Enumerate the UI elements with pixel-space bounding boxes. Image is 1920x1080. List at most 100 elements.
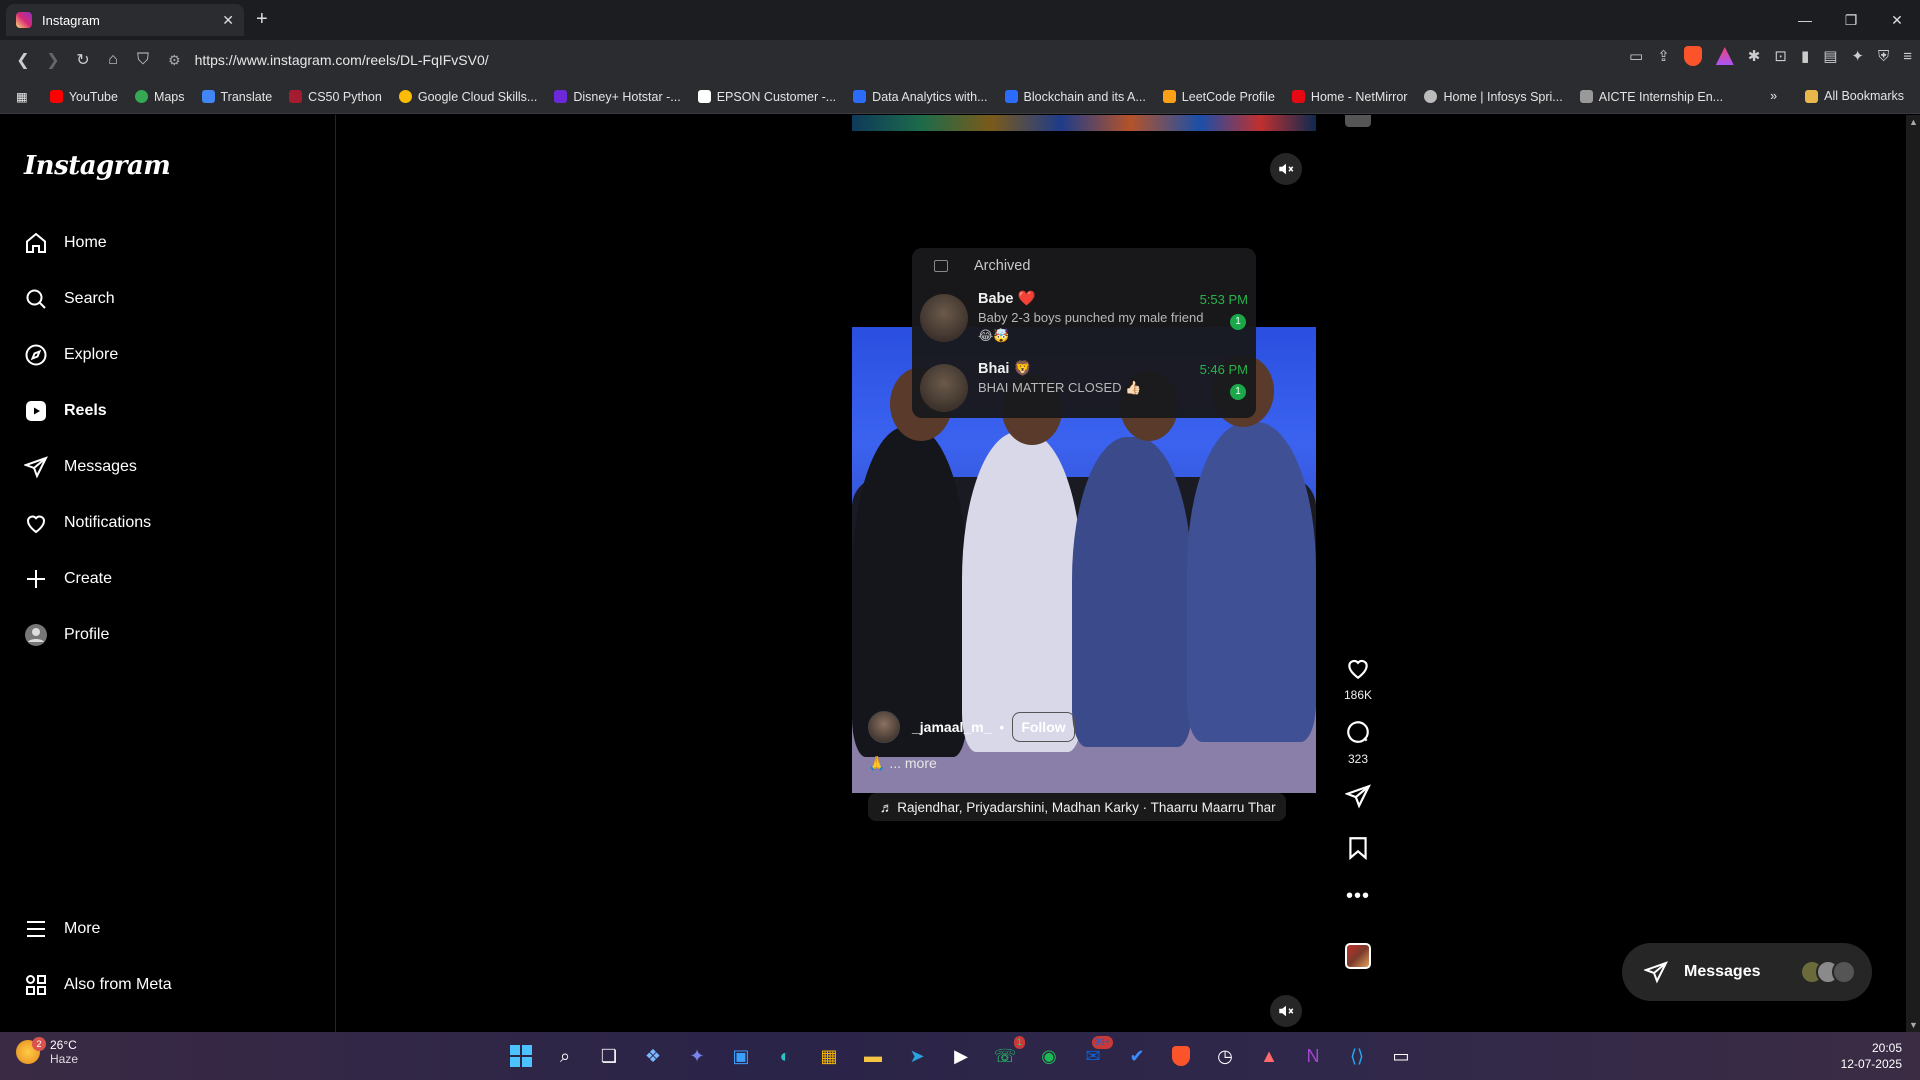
reel-caption[interactable]: 🙏 ... more <box>868 755 937 772</box>
whatsapp-icon[interactable]: ☏ 1 <box>989 1036 1025 1072</box>
nav-also-from-meta[interactable]: Also from Meta <box>24 971 172 999</box>
brave-shields-icon[interactable] <box>1683 46 1702 66</box>
bookmark-google-cloud[interactable]: Google Cloud Skills... <box>398 90 537 104</box>
telegram-icon[interactable]: ➤ <box>901 1040 933 1072</box>
more-bookmarks-icon[interactable]: » <box>1770 89 1777 103</box>
toolbar-actions: ▭ ⇪ ✱ ⊡ ▮ ▤ ✦ ⛨ ≡ <box>1629 46 1912 66</box>
address-bar[interactable]: ⚙ https://www.instagram.com/reels/DL-FqI… <box>168 46 1518 74</box>
tab-instagram[interactable]: Instagram ✕ <box>6 4 244 36</box>
bookmark-hotstar[interactable]: Disney+ Hotstar -... <box>554 90 681 104</box>
scroll-down-icon[interactable]: ▼ <box>1909 1020 1918 1030</box>
bookmark-epson[interactable]: EPSON Customer -... <box>697 90 836 104</box>
bookmark-blockchain[interactable]: Blockchain and its A... <box>1004 90 1146 104</box>
copilot-icon[interactable]: ❖ <box>637 1040 669 1072</box>
close-window-icon[interactable]: ✕ <box>1874 0 1920 40</box>
mute-button-bottom[interactable] <box>1270 995 1302 1027</box>
nav-notifications[interactable]: Notifications <box>24 509 151 537</box>
minimize-icon[interactable]: — <box>1782 0 1828 40</box>
more-options-icon[interactable]: ••• <box>1340 885 1376 908</box>
edge-icon[interactable]: ◐ <box>769 1040 801 1072</box>
back-icon[interactable]: ❮ <box>8 50 38 70</box>
teams-icon[interactable]: ✦ <box>681 1040 713 1072</box>
like-action[interactable]: 186K <box>1340 655 1376 702</box>
bookmark-aicte[interactable]: AICTE Internship En... <box>1579 90 1723 104</box>
store-icon[interactable]: ▣ <box>725 1040 757 1072</box>
person-4 <box>1187 422 1316 742</box>
nav-create[interactable]: Create <box>24 565 112 593</box>
close-tab-icon[interactable]: ✕ <box>222 12 234 29</box>
search-icon[interactable]: ⌕ <box>549 1040 581 1072</box>
bookmark-infosys[interactable]: Home | Infosys Spri... <box>1424 90 1563 104</box>
nav-messages[interactable]: Messages <box>24 453 137 481</box>
chat-message: BHAI MATTER CLOSED 👍🏻 <box>978 380 1142 395</box>
system-clock[interactable]: 20:05 12-07-2025 <box>1841 1040 1902 1072</box>
reload-icon[interactable]: ↻ <box>68 50 98 70</box>
site-info-icon[interactable]: ⚙ <box>168 52 181 69</box>
bookmark-leetcode[interactable]: LeetCode Profile <box>1162 90 1275 104</box>
bookmark-icon <box>1349 837 1367 861</box>
bookmark-youtube[interactable]: YouTube <box>49 90 118 104</box>
reel-audio-track[interactable]: ♬ Rajendhar, Priyadarshini, Madhan Karky… <box>868 793 1286 821</box>
nav-more[interactable]: More <box>24 915 100 943</box>
terminal-icon[interactable]: ▭ <box>1385 1040 1417 1072</box>
task-view-icon[interactable]: ❏ <box>593 1040 625 1072</box>
scroll-up-icon[interactable]: ▲ <box>1909 117 1918 127</box>
bookmark-netmirror[interactable]: Home - NetMirror <box>1291 90 1407 104</box>
bookmark-translate[interactable]: Translate <box>201 90 272 104</box>
weather-widget[interactable]: 2 26°C Haze <box>16 1037 78 1066</box>
author-username[interactable]: _jamaal_m_ <box>912 719 991 735</box>
bookmark-maps[interactable]: Maps <box>134 90 185 104</box>
page-scrollbar[interactable]: ▲ ▼ <box>1906 115 1920 1032</box>
bookmark-page-icon[interactable]: ⛉ <box>128 51 158 69</box>
nav-search[interactable]: Search <box>24 285 115 313</box>
instagram-logo[interactable]: Instagram <box>24 151 171 181</box>
screenshot-icon[interactable]: ⊡ <box>1774 47 1787 65</box>
clock-app-icon[interactable]: ◷ <box>1209 1040 1241 1072</box>
outlook-icon[interactable]: ✉ 99+ <box>1077 1036 1113 1072</box>
windows-start-icon[interactable] <box>505 1040 537 1072</box>
audio-thumbnail[interactable] <box>1345 943 1371 969</box>
media-player-icon[interactable]: ▶ <box>945 1040 977 1072</box>
messages-pill[interactable]: Messages <box>1622 943 1872 1001</box>
restore-icon[interactable]: ❐ <box>1828 0 1874 40</box>
nav-reels[interactable]: Reels <box>24 397 107 425</box>
new-tab-icon[interactable]: + <box>256 8 268 31</box>
bookmarks-bar: ▦ YouTube Maps Translate CS50 Python Goo… <box>0 80 1920 114</box>
save-action[interactable] <box>1340 835 1376 866</box>
cast-icon[interactable]: ▭ <box>1629 47 1643 65</box>
vscode-icon[interactable]: ⟨⟩ <box>1341 1040 1373 1072</box>
avatar <box>1832 960 1856 984</box>
forward-icon[interactable]: ❯ <box>38 50 68 70</box>
nav-home[interactable]: Home <box>24 229 107 257</box>
file-explorer-icon[interactable]: ▬ <box>857 1040 889 1072</box>
all-bookmarks-folder[interactable]: All Bookmarks <box>1805 89 1904 103</box>
arc-icon[interactable]: ▲ <box>1253 1040 1285 1072</box>
brave-browser-icon[interactable] <box>1165 1040 1197 1072</box>
sidebar-icon[interactable]: ▮ <box>1801 47 1809 65</box>
extensions-icon[interactable]: ✱ <box>1748 47 1761 65</box>
onenote-icon[interactable]: N <box>1297 1040 1329 1072</box>
nav-explore[interactable]: Explore <box>24 341 118 369</box>
vpn-icon[interactable]: ⛨ <box>1878 48 1889 65</box>
bookmark-data-analytics[interactable]: Data Analytics with... <box>853 90 988 104</box>
follow-button[interactable]: Follow <box>1012 712 1075 742</box>
reel-video[interactable]: Archived Babe ❤️ Baby 2-3 boys punched m… <box>852 115 1316 1032</box>
bookmark-cs50[interactable]: CS50 Python <box>289 90 382 104</box>
spotify-icon[interactable]: ◉ <box>1033 1040 1065 1072</box>
brave-rewards-icon[interactable] <box>1715 47 1734 65</box>
menu-icon[interactable]: ≡ <box>1903 48 1912 65</box>
mute-button[interactable] <box>1270 153 1302 185</box>
share-action[interactable] <box>1340 783 1376 814</box>
wallet-icon[interactable]: ▤ <box>1823 47 1837 65</box>
hamburger-menu-icon <box>27 921 45 937</box>
author-avatar[interactable] <box>868 711 900 743</box>
home-icon[interactable]: ⌂ <box>98 51 128 69</box>
microsoft-store-icon[interactable]: ▦ <box>813 1040 845 1072</box>
apps-grid-icon[interactable]: ▦ <box>16 89 28 104</box>
nav-profile[interactable]: Profile <box>24 621 109 649</box>
leo-ai-icon[interactable]: ✦ <box>1851 47 1864 65</box>
todo-icon[interactable]: ✔ <box>1121 1040 1153 1072</box>
share-icon[interactable]: ⇪ <box>1657 47 1670 65</box>
comment-action[interactable]: 323 <box>1340 719 1376 766</box>
whatsapp-badge: 1 <box>1013 1036 1025 1049</box>
